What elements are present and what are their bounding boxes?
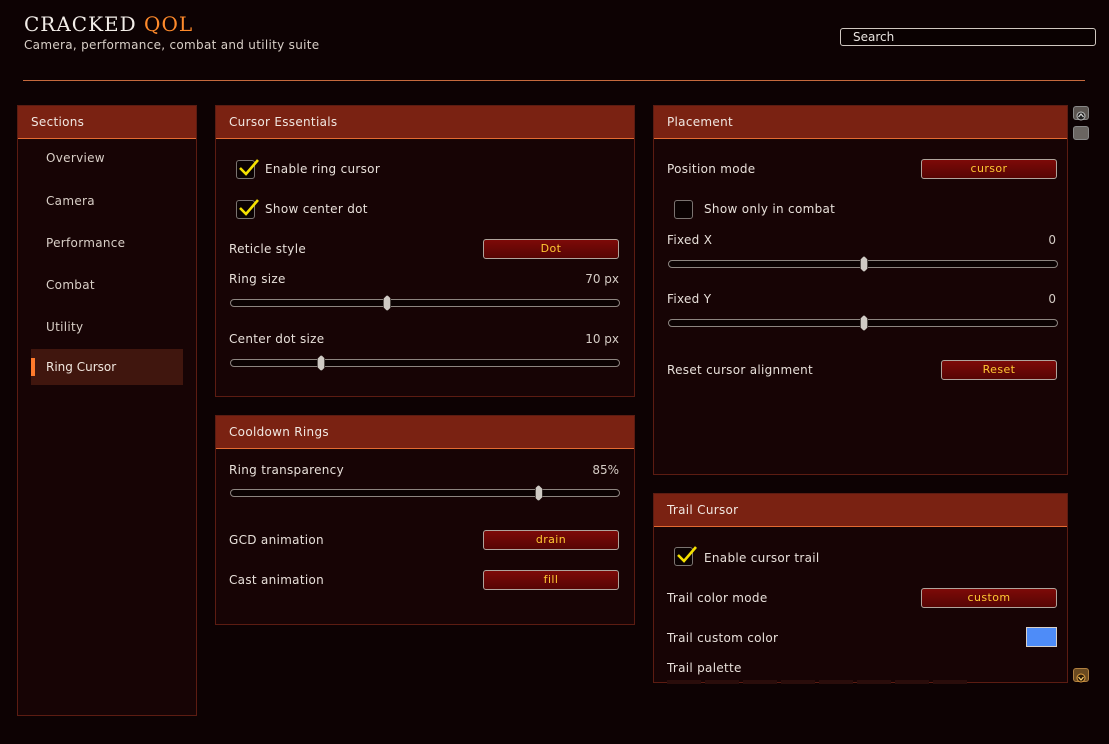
reset-cursor-alignment-label: Reset cursor alignment <box>667 363 814 377</box>
palette-swatch[interactable] <box>667 680 701 684</box>
enable-ring-cursor-label: Enable ring cursor <box>265 162 381 176</box>
gcd-animation-dropdown[interactable]: drain <box>483 530 619 550</box>
fixed-y-slider[interactable] <box>668 315 1058 331</box>
ring-transparency-slider[interactable] <box>230 485 620 501</box>
cast-animation-dropdown[interactable]: fill <box>483 570 619 590</box>
placement-panel: Placement Position mode cursor Show only… <box>653 105 1068 475</box>
sidebar-item-label: Ring Cursor <box>46 360 117 374</box>
scroll-up-icon[interactable] <box>1073 106 1089 121</box>
show-only-in-combat-checkbox[interactable] <box>674 200 693 219</box>
search-input[interactable] <box>840 28 1096 46</box>
panel-title: Placement <box>654 106 1067 139</box>
palette-swatch[interactable] <box>781 680 815 684</box>
enable-ring-cursor-checkbox[interactable] <box>236 159 259 179</box>
active-indicator <box>31 358 35 376</box>
fixed-y-label: Fixed Y <box>667 292 712 306</box>
slider-thumb[interactable] <box>534 485 543 501</box>
position-mode-dropdown[interactable]: cursor <box>921 159 1057 179</box>
sidebar-item-performance[interactable]: Performance <box>46 236 125 250</box>
reticle-style-dropdown[interactable]: Dot <box>483 239 619 259</box>
cast-animation-label: Cast animation <box>229 573 325 587</box>
enable-cursor-trail-checkbox[interactable] <box>674 546 697 566</box>
app-title: CRACKED QOL <box>24 12 193 36</box>
checkmark-icon <box>239 199 259 216</box>
sections-sidebar: Sections Overview Camera Performance Com… <box>17 105 197 716</box>
fixed-x-slider[interactable] <box>668 256 1058 272</box>
slider-thumb[interactable] <box>860 315 868 331</box>
scroll-down-icon[interactable] <box>1073 668 1089 683</box>
center-dot-size-label: Center dot size <box>229 332 325 346</box>
sidebar-item-combat[interactable]: Combat <box>46 278 95 292</box>
slider-thumb[interactable] <box>317 355 326 371</box>
ring-size-label: Ring size <box>229 272 286 286</box>
slider-thumb[interactable] <box>383 295 392 311</box>
scrollbar-thumb[interactable] <box>1073 126 1089 140</box>
palette-swatch[interactable] <box>857 680 891 684</box>
app-title-main: CRACKED <box>24 12 137 36</box>
cooldown-rings-panel: Cooldown Rings Ring transparency 85% GCD… <box>215 415 635 625</box>
ring-size-value: 70 px <box>585 272 619 286</box>
center-dot-size-slider[interactable] <box>230 355 620 371</box>
trail-color-mode-dropdown[interactable]: custom <box>921 588 1057 608</box>
header-divider <box>23 80 1085 81</box>
checkmark-icon <box>239 159 259 176</box>
reticle-style-label: Reticle style <box>229 242 307 256</box>
sidebar-item-utility[interactable]: Utility <box>46 320 83 334</box>
panel-title: Trail Cursor <box>654 494 1067 527</box>
palette-swatch[interactable] <box>705 680 739 684</box>
trail-color-mode-label: Trail color mode <box>667 591 768 605</box>
sidebar-item-overview[interactable]: Overview <box>46 151 105 165</box>
ring-transparency-value: 85% <box>592 463 619 477</box>
gcd-animation-label: GCD animation <box>229 533 324 547</box>
app-subtitle: Camera, performance, combat and utility … <box>24 38 320 52</box>
position-mode-label: Position mode <box>667 162 756 176</box>
checkmark-icon <box>677 546 697 563</box>
app-title-accent: QOL <box>144 12 194 36</box>
panel-title: Cooldown Rings <box>216 416 634 449</box>
show-center-dot-checkbox[interactable] <box>236 199 259 219</box>
center-dot-size-value: 10 px <box>585 332 619 346</box>
fixed-x-label: Fixed X <box>667 233 713 247</box>
slider-thumb[interactable] <box>860 256 868 272</box>
enable-cursor-trail-label: Enable cursor trail <box>704 551 820 565</box>
fixed-x-value: 0 <box>1048 233 1056 247</box>
sidebar-item-camera[interactable]: Camera <box>46 194 95 208</box>
palette-swatch[interactable] <box>819 680 853 684</box>
ring-size-slider[interactable] <box>230 295 620 311</box>
trail-color-swatch[interactable] <box>1026 627 1057 647</box>
trail-custom-color-label: Trail custom color <box>667 631 779 645</box>
trail-cursor-panel: Trail Cursor Enable cursor trail Trail c… <box>653 493 1068 683</box>
ring-transparency-label: Ring transparency <box>229 463 344 477</box>
trail-palette-label: Trail palette <box>667 661 742 675</box>
show-only-in-combat-label: Show only in combat <box>704 202 836 216</box>
panel-title: Cursor Essentials <box>216 106 634 139</box>
palette-swatch[interactable] <box>933 680 967 684</box>
sidebar-title: Sections <box>18 106 196 139</box>
reset-button[interactable]: Reset <box>941 360 1057 380</box>
show-center-dot-label: Show center dot <box>265 202 368 216</box>
palette-swatch[interactable] <box>895 680 929 684</box>
fixed-y-value: 0 <box>1048 292 1056 306</box>
palette-swatch[interactable] <box>743 680 777 684</box>
cursor-essentials-panel: Cursor Essentials Enable ring cursor Sho… <box>215 105 635 397</box>
sidebar-item-ring-cursor[interactable]: Ring Cursor <box>31 349 183 385</box>
